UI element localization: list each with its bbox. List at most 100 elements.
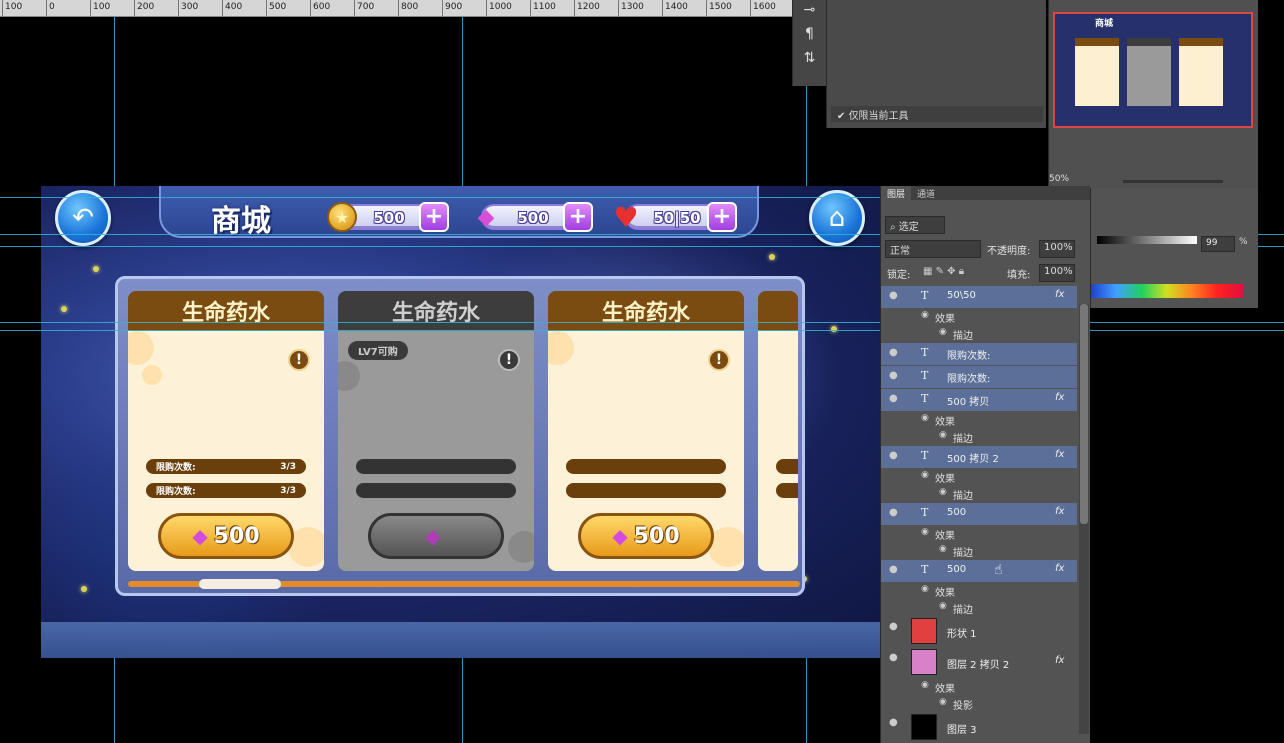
layer-effect-row[interactable]: ◉ 描边 xyxy=(881,599,1077,616)
layer-effect-row[interactable]: ◉ 描边 xyxy=(881,428,1077,445)
layer-effect-row[interactable]: ◉ 投影 xyxy=(881,695,1077,712)
visibility-eye-icon[interactable]: ● xyxy=(889,621,898,632)
layer-row[interactable]: ● T 限购次数: xyxy=(881,343,1077,365)
layer-effect-row[interactable]: ◉ 效果 xyxy=(881,308,1077,325)
layer-effects-icon[interactable]: fx xyxy=(1055,506,1064,517)
layer-effect-row[interactable]: ◉ 描边 xyxy=(881,325,1077,342)
visibility-eye-icon[interactable]: ◉ xyxy=(921,310,929,320)
color-spectrum[interactable] xyxy=(1091,284,1243,298)
shop-card-partial[interactable] xyxy=(758,291,798,571)
buy-button[interactable]: ◆ 500 xyxy=(158,513,294,559)
layer-row[interactable]: ● T 50\50 fx xyxy=(881,286,1077,308)
current-tool-only-checkbox[interactable]: ✔ 仅限当前工具 xyxy=(831,106,1043,122)
layer-row[interactable]: ● T 500 拷贝 2 fx xyxy=(881,446,1077,468)
visibility-eye-icon[interactable]: ● xyxy=(889,652,898,663)
effect-name: 效果 xyxy=(935,417,955,428)
ruler-tick xyxy=(134,0,135,16)
add-heart-button[interactable]: + xyxy=(707,202,737,232)
layer-effects-icon[interactable]: fx xyxy=(1055,563,1064,574)
text-layer-icon: T xyxy=(921,392,929,405)
add-coin-button[interactable]: + xyxy=(419,202,449,232)
scrollbar-thumb[interactable] xyxy=(199,579,281,589)
layer-effect-row[interactable]: ◉ 效果 xyxy=(881,411,1077,428)
navigator-thumbnail[interactable]: 商城 xyxy=(1053,12,1253,128)
game-canvas[interactable]: 商城 ↶ ⌂ 500 + ★ 500 + ◆ 50|50 + ♥ 生命药水 ! … xyxy=(41,186,880,658)
visibility-eye-icon[interactable]: ● xyxy=(889,347,898,358)
layer-filter-select[interactable]: ⌕ 选定 xyxy=(885,216,945,234)
blend-mode-select[interactable]: 正常 xyxy=(885,240,981,258)
layers-scrollbar[interactable] xyxy=(1079,304,1089,734)
card-body: ! ◆ 500 xyxy=(548,331,744,571)
shop-card-locked[interactable]: 生命药水 LV7可购 ! ◆ xyxy=(338,291,534,571)
visibility-eye-icon[interactable]: ◉ xyxy=(939,487,947,497)
buy-button-disabled[interactable]: ◆ xyxy=(368,513,504,559)
visibility-eye-icon[interactable]: ◉ xyxy=(921,527,929,537)
pen-tool-icon[interactable]: ⊸ xyxy=(793,2,826,18)
layer-effect-row[interactable]: ◉ 描边 xyxy=(881,542,1077,559)
visibility-eye-icon[interactable]: ● xyxy=(889,393,898,404)
lock-icons[interactable]: ▦ ✎ ✥ 🔒︎ xyxy=(923,266,1003,277)
add-gem-button[interactable]: + xyxy=(563,202,593,232)
shop-card[interactable]: 生命药水 ! ◆ 500 xyxy=(548,291,744,571)
layer-effect-row[interactable]: ◉ 效果 xyxy=(881,525,1077,542)
layer-effect-row[interactable]: ◉ 效果 xyxy=(881,582,1077,599)
visibility-eye-icon[interactable]: ◉ xyxy=(939,430,947,440)
layer-effect-row[interactable]: ◉ 效果 xyxy=(881,468,1077,485)
visibility-eye-icon[interactable]: ◉ xyxy=(921,413,929,423)
opacity-input[interactable]: 100% xyxy=(1039,240,1075,258)
home-button[interactable]: ⌂ xyxy=(809,190,865,246)
buy-button[interactable]: ◆ 500 xyxy=(578,513,714,559)
color-value-input[interactable]: 99 xyxy=(1201,236,1235,252)
bottom-bar xyxy=(41,622,880,658)
layer-effect-row[interactable]: ◉ 描边 xyxy=(881,485,1077,502)
paragraph-icon[interactable]: ¶ xyxy=(793,26,826,42)
purchase-limit-row: 限购次数: 3/3 xyxy=(146,483,306,498)
info-icon[interactable]: ! xyxy=(708,349,730,371)
layer-effects-icon[interactable]: fx xyxy=(1055,655,1064,666)
blend-mode-value: 正常 xyxy=(890,246,910,257)
character-icon[interactable]: ⇅ xyxy=(793,50,826,66)
layer-effects-icon[interactable]: fx xyxy=(1055,392,1064,403)
layer-effects-icon[interactable]: fx xyxy=(1055,449,1064,460)
back-button[interactable]: ↶ xyxy=(55,190,111,246)
layer-name: 50\50 xyxy=(947,290,976,301)
visibility-eye-icon[interactable]: ◉ xyxy=(921,584,929,594)
visibility-eye-icon[interactable]: ◉ xyxy=(939,327,947,337)
layer-row[interactable]: ● T 限购次数: xyxy=(881,366,1077,388)
brightness-slider[interactable] xyxy=(1097,236,1197,244)
visibility-eye-icon[interactable]: ◉ xyxy=(939,544,947,554)
scrollbar-thumb[interactable] xyxy=(1080,304,1088,524)
visibility-eye-icon[interactable]: ● xyxy=(889,290,898,301)
visibility-eye-icon[interactable]: ● xyxy=(889,564,898,575)
layer-row[interactable]: ● T 500 fx xyxy=(881,503,1077,525)
zoom-slider[interactable] xyxy=(1123,180,1223,183)
visibility-eye-icon[interactable]: ◉ xyxy=(921,680,929,690)
layer-row[interactable]: ● 图层 3 xyxy=(881,713,1077,743)
layer-effects-icon[interactable]: fx xyxy=(1055,289,1064,300)
info-icon[interactable]: ! xyxy=(288,349,310,371)
visibility-eye-icon[interactable]: ◉ xyxy=(939,601,947,611)
shop-card[interactable]: 生命药水 ! 限购次数: 3/3 限购次数: 3/3 ◆ 500 xyxy=(128,291,324,571)
ruler-label: 100 xyxy=(93,2,111,12)
visibility-eye-icon[interactable]: ● xyxy=(889,450,898,461)
layer-row[interactable]: ● T 500 fx xyxy=(881,560,1077,582)
layer-name: 图层 3 xyxy=(947,725,977,736)
layer-effect-row[interactable]: ◉ 效果 xyxy=(881,678,1077,695)
tab-layers[interactable]: 图层 xyxy=(881,186,912,200)
fill-input[interactable]: 100% xyxy=(1039,264,1075,282)
ruler-label: 1400 xyxy=(665,2,688,12)
visibility-eye-icon[interactable]: ● xyxy=(889,370,898,381)
horizontal-scrollbar[interactable] xyxy=(128,579,800,589)
layer-row[interactable]: ● 形状 1 xyxy=(881,617,1077,647)
layer-row[interactable]: ● T 500 拷贝 fx xyxy=(881,389,1077,411)
visibility-eye-icon[interactable]: ◉ xyxy=(939,697,947,707)
visibility-eye-icon[interactable]: ● xyxy=(889,507,898,518)
info-icon[interactable]: ! xyxy=(498,349,520,371)
layer-row[interactable]: ● 图层 2 拷贝 2 fx xyxy=(881,648,1077,678)
visibility-eye-icon[interactable]: ● xyxy=(889,717,898,728)
ruler-tick xyxy=(398,0,399,16)
visibility-eye-icon[interactable]: ◉ xyxy=(921,470,929,480)
tab-channels[interactable]: 通道 xyxy=(911,186,941,200)
horizontal-ruler[interactable]: 100 0 100 200 300 400 500 600 700 800 900 1000 1100 1… xyxy=(0,0,792,17)
sparkle xyxy=(769,254,775,260)
